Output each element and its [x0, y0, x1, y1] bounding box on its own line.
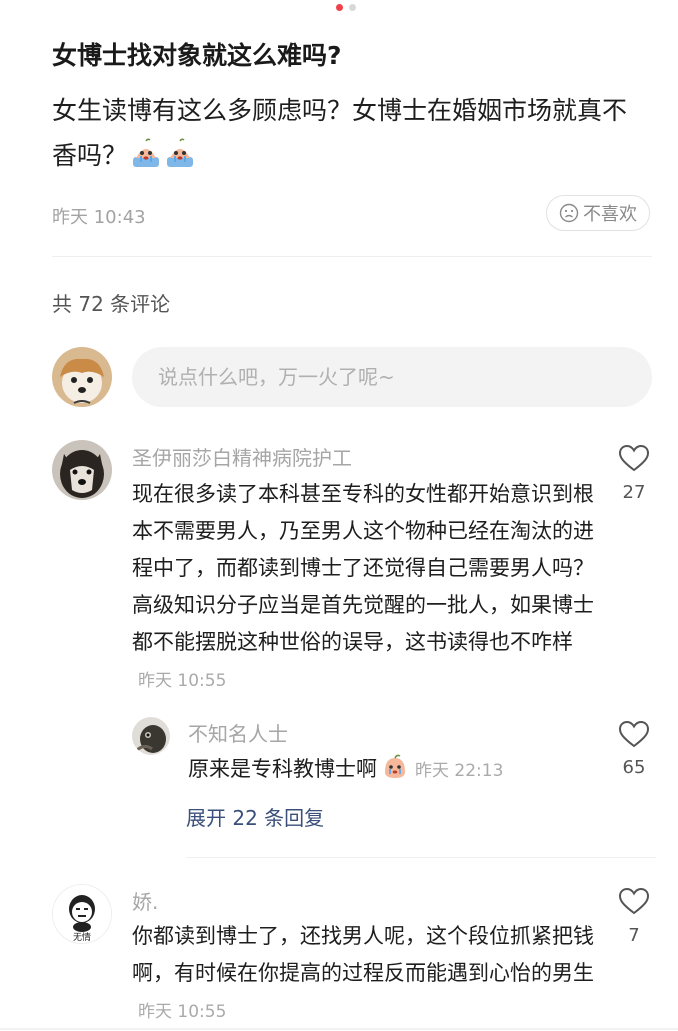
peach-emoji-icon — [381, 752, 409, 780]
comment-username[interactable]: 娇. — [132, 886, 158, 915]
dislike-button[interactable]: 不喜欢 — [546, 195, 650, 231]
avatar-caption: 无情 — [72, 933, 91, 943]
comment-count: 共 72 条评论 — [52, 292, 171, 316]
post-body: 女生读博有这么多顾虑吗？女博士在婚姻市场就真不香吗？ — [52, 88, 642, 178]
reply-text: 原来是专科教博士啊 昨天 22:13 — [188, 751, 503, 790]
comment-divider — [186, 857, 656, 858]
reply-like-button[interactable] — [614, 719, 654, 753]
like-count: 7 — [628, 925, 640, 946]
comment-username[interactable]: 圣伊丽莎白精神病院护工 — [132, 442, 352, 471]
comment-text: 现在很多读了本科甚至专科的女性都开始意识到根本不需要男人，乃至男人这个物种已经在… — [132, 476, 594, 700]
expand-replies-button[interactable]: 展开 22 条回复 — [186, 802, 324, 831]
my-avatar[interactable] — [52, 347, 112, 407]
comment-input[interactable] — [132, 347, 652, 407]
like-button[interactable] — [614, 443, 654, 477]
commenter-avatar[interactable] — [52, 440, 112, 500]
reply-username[interactable]: 不知名人士 — [188, 718, 288, 747]
page-dot — [349, 4, 356, 11]
reply-avatar[interactable] — [132, 717, 170, 755]
page-indicator — [336, 4, 356, 11]
page-dot-active — [336, 4, 343, 11]
crying-emoji-icon — [131, 137, 161, 167]
reply-time: 昨天 22:13 — [415, 761, 504, 781]
reply-like-count: 65 — [622, 757, 646, 778]
heart-outline-icon — [614, 887, 654, 920]
crying-emoji-icon — [165, 137, 195, 167]
comment-time: 昨天 10:55 — [138, 671, 227, 691]
like-button[interactable] — [614, 886, 654, 920]
comment-body: 现在很多读了本科甚至专科的女性都开始意识到根本不需要男人，乃至男人这个物种已经在… — [132, 482, 594, 654]
frown-icon — [559, 203, 579, 223]
post-time: 昨天 10:43 — [52, 207, 146, 228]
comment-time: 昨天 10:55 — [138, 1002, 227, 1022]
heart-outline-icon — [614, 444, 654, 477]
comment-text: 你都读到博士了，还找男人呢，这个段位抓紧把钱啊，有时候在你提高的过程反而能遇到心… — [132, 918, 594, 1031]
dislike-label: 不喜欢 — [583, 204, 637, 225]
comment-body: 你都读到博士了，还找男人呢，这个段位抓紧把钱啊，有时候在你提高的过程反而能遇到心… — [132, 924, 594, 985]
heart-outline-icon — [614, 720, 654, 753]
reply-body: 原来是专科教博士啊 — [188, 757, 377, 781]
like-count: 27 — [622, 482, 646, 503]
divider — [52, 256, 652, 257]
post-title: 女博士找对象就这么难吗? — [52, 41, 342, 70]
